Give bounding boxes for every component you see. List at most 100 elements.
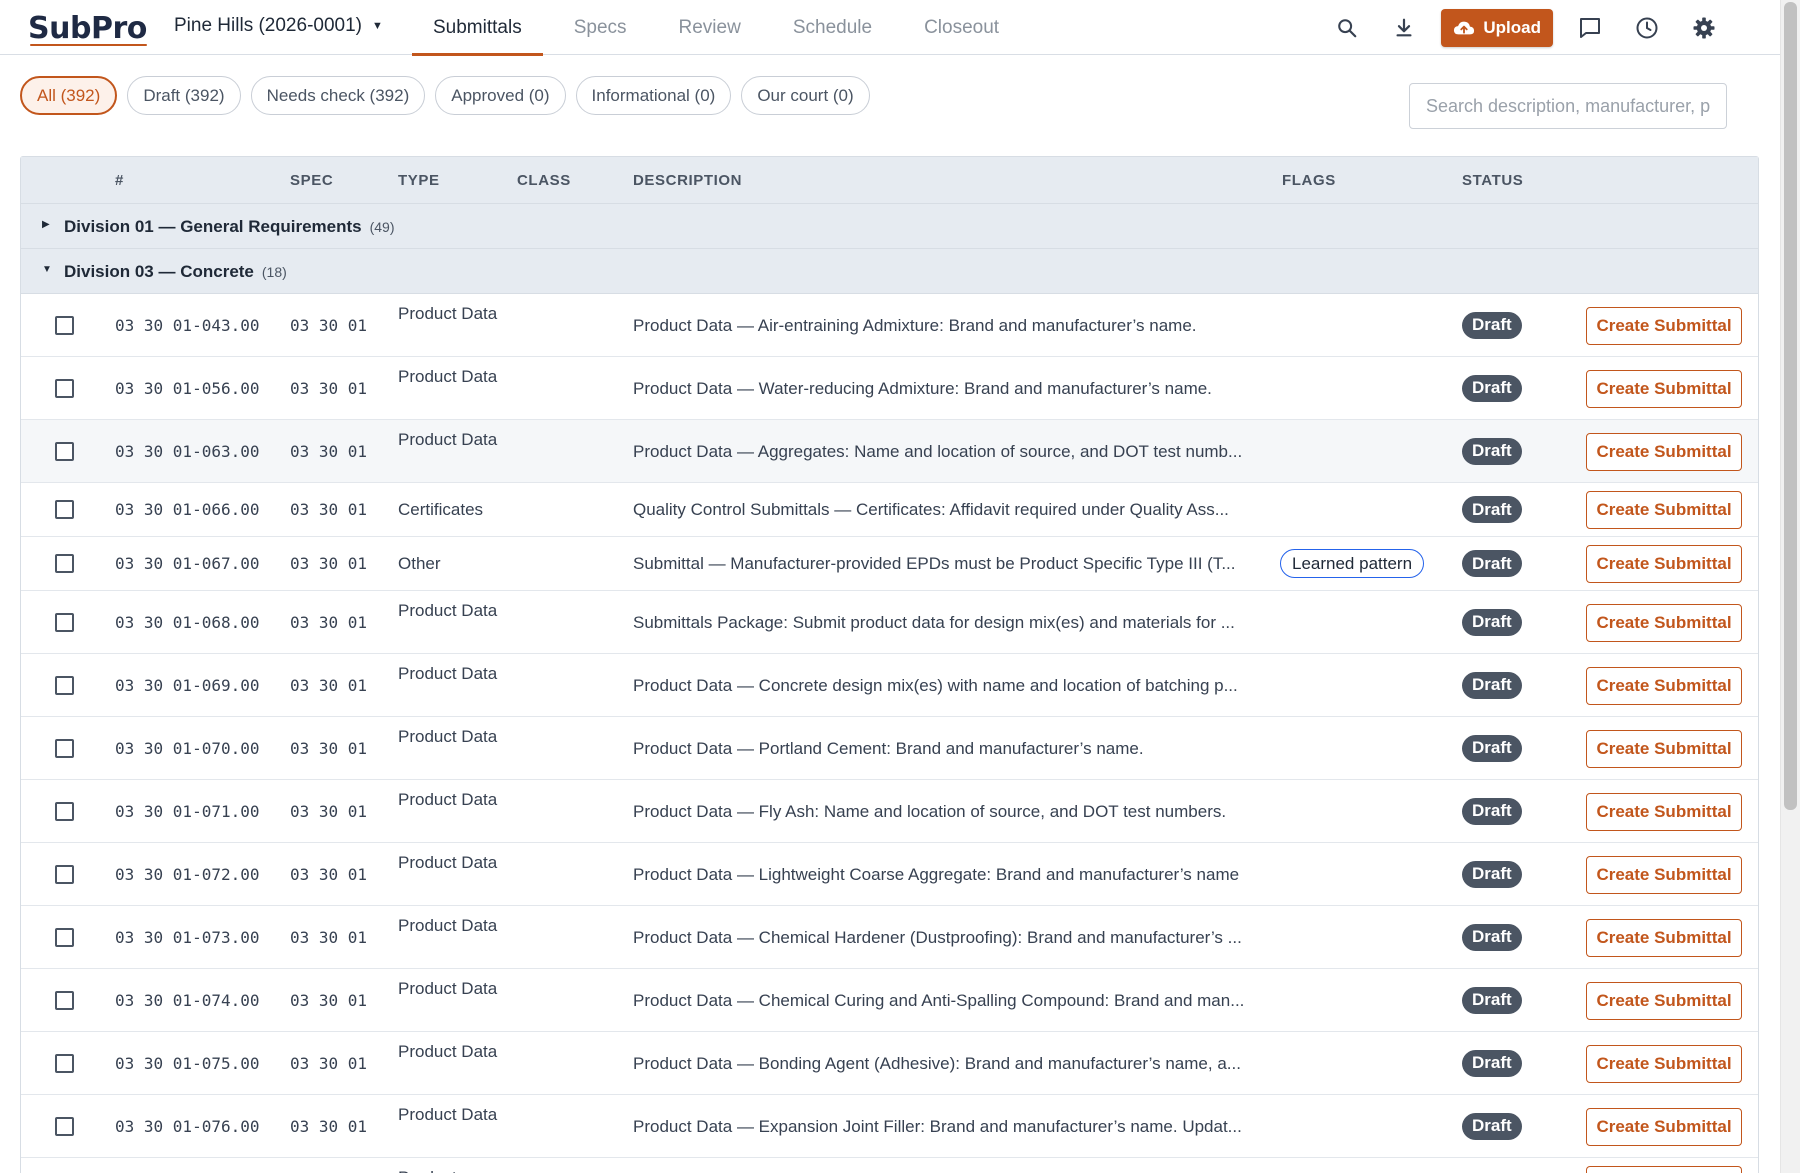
upload-cloud-icon — [1454, 21, 1475, 35]
filter-needs-check[interactable]: Needs check (392) — [250, 76, 426, 115]
column-flags[interactable]: FLAGS — [1282, 172, 1336, 189]
create-submittal-button[interactable]: Create Submittal — [1586, 918, 1742, 957]
expand-triangle-icon[interactable]: ▶ — [42, 219, 50, 230]
tab-submittals[interactable]: Submittals — [412, 0, 543, 56]
submittal-type: Product Data — [398, 304, 498, 323]
submittal-number: 03 30 01-074.00 — [115, 990, 260, 1010]
row-checkbox[interactable] — [55, 801, 74, 821]
submittal-description: Product Data — Water-reducing Admixture:… — [633, 378, 1212, 398]
table-row[interactable]: 03 30 01-074.00 03 30 01 Product Data Produ… — [21, 969, 1758, 1032]
status-badge: Draft — [1462, 496, 1522, 523]
tab-review[interactable]: Review — [658, 0, 762, 55]
logo-pro-text: Pro — [90, 11, 147, 46]
table-row[interactable]: 03 30 01-070.00 03 30 01 Product Data Produ… — [21, 717, 1758, 780]
group-division-01[interactable]: ▶ Division 01 — General Requirements (49) — [21, 204, 1758, 249]
table-row[interactable]: 03 30 01-073.00 03 30 01 Product Data Produ… — [21, 906, 1758, 969]
search-icon[interactable] — [1327, 8, 1367, 48]
row-checkbox[interactable] — [55, 315, 74, 335]
row-checkbox[interactable] — [55, 864, 74, 884]
comment-icon[interactable] — [1570, 8, 1610, 48]
table-row[interactable]: Product — [21, 1158, 1758, 1173]
row-checkbox[interactable] — [55, 612, 74, 632]
column-spec[interactable]: SPEC — [290, 172, 333, 189]
table-row[interactable]: 03 30 01-072.00 03 30 01 Product Data Produ… — [21, 843, 1758, 906]
create-submittal-button[interactable]: Create Submittal — [1586, 491, 1742, 529]
submittal-description: Product Data — Portland Cement: Brand an… — [633, 738, 1144, 758]
status-badge: Draft — [1462, 671, 1522, 699]
column-number[interactable]: # — [115, 172, 124, 189]
column-type[interactable]: TYPE — [398, 172, 440, 189]
table-row[interactable]: 03 30 01-076.00 03 30 01 Product Data Produ… — [21, 1095, 1758, 1158]
create-submittal-button[interactable]: Create Submittal — [1586, 981, 1742, 1020]
create-submittal-button[interactable]: Create Submittal — [1586, 432, 1742, 471]
search-input[interactable] — [1409, 83, 1727, 129]
create-submittal-button[interactable]: Create Submittal — [1586, 306, 1742, 345]
column-description[interactable]: DESCRIPTION — [633, 172, 742, 189]
table-row[interactable]: 03 30 01-067.00 03 30 01 Other Submittal — … — [21, 537, 1758, 591]
table-row[interactable]: 03 30 01-069.00 03 30 01 Product Data Produ… — [21, 654, 1758, 717]
submittal-type: Product Data — [398, 664, 498, 683]
scrollbar-thumb[interactable] — [1784, 2, 1797, 810]
table-row[interactable]: 03 30 01-075.00 03 30 01 Product Data Produ… — [21, 1032, 1758, 1095]
collapse-triangle-icon[interactable]: ▼ — [42, 264, 52, 275]
table-row[interactable]: 03 30 01-063.00 03 30 01 Product Data Produ… — [21, 420, 1758, 483]
clock-icon[interactable] — [1627, 8, 1667, 48]
submittal-number: 03 30 01-043.00 — [115, 315, 260, 335]
table-row[interactable]: 03 30 01-043.00 03 30 01 Product Data Produ… — [21, 294, 1758, 357]
row-checkbox[interactable] — [55, 554, 74, 573]
status-badge: Draft — [1462, 1049, 1522, 1077]
table-header: # SPEC TYPE CLASS DESCRIPTION FLAGS STAT… — [21, 157, 1758, 204]
filter-draft[interactable]: Draft (392) — [127, 76, 241, 115]
create-submittal-button[interactable]: Create Submittal — [1586, 1044, 1742, 1083]
spec-section: 03 30 01 — [290, 612, 368, 632]
table-row[interactable]: 03 30 01-071.00 03 30 01 Product Data Produ… — [21, 780, 1758, 843]
create-submittal-button[interactable]: Create Submittal — [1586, 369, 1742, 408]
table-row[interactable]: 03 30 01-066.00 03 30 01 Certificates Quali… — [21, 483, 1758, 537]
column-class[interactable]: CLASS — [517, 172, 571, 189]
project-selector[interactable]: Pine Hills (2026-0001) ▼ — [174, 15, 383, 37]
filter-our-court[interactable]: Our court (0) — [741, 76, 870, 115]
create-submittal-button[interactable]: Create Submittal — [1586, 603, 1742, 642]
status-badge: Draft — [1462, 374, 1522, 402]
column-status[interactable]: STATUS — [1462, 172, 1523, 189]
row-checkbox[interactable] — [55, 927, 74, 947]
spec-section: 03 30 01 — [290, 378, 368, 398]
create-submittal-button[interactable] — [1586, 1166, 1742, 1173]
filter-approved[interactable]: Approved (0) — [435, 76, 566, 115]
download-icon[interactable] — [1384, 8, 1424, 48]
row-checkbox[interactable] — [55, 441, 74, 461]
upload-button[interactable]: Upload — [1441, 9, 1553, 47]
row-checkbox[interactable] — [55, 990, 74, 1010]
spec-section: 03 30 01 — [290, 864, 368, 884]
create-submittal-button[interactable]: Create Submittal — [1586, 855, 1742, 894]
create-submittal-button[interactable]: Create Submittal — [1586, 729, 1742, 768]
page-scrollbar[interactable] — [1780, 0, 1800, 1173]
filter-all[interactable]: All (392) — [20, 76, 118, 115]
filter-informational[interactable]: Informational (0) — [575, 76, 732, 115]
row-checkbox[interactable] — [55, 675, 74, 695]
create-submittal-button[interactable]: Create Submittal — [1586, 545, 1742, 583]
create-submittal-button[interactable]: Create Submittal — [1586, 666, 1742, 705]
row-checkbox[interactable] — [55, 1053, 74, 1073]
table-row[interactable]: 03 30 01-056.00 03 30 01 Product Data Produ… — [21, 357, 1758, 420]
group-title: Division 01 — General Requirements — [64, 217, 362, 236]
group-division-03[interactable]: ▼ Division 03 — Concrete (18) — [21, 249, 1758, 294]
row-checkbox[interactable] — [55, 1116, 74, 1136]
create-submittal-button[interactable]: Create Submittal — [1586, 1107, 1742, 1146]
row-checkbox[interactable] — [55, 378, 74, 398]
status-filters: All (392) Draft (392) Needs check (392) … — [20, 76, 870, 115]
table-row[interactable]: 03 30 01-068.00 03 30 01 Product Data Submi… — [21, 591, 1758, 654]
row-checkbox[interactable] — [55, 500, 74, 519]
row-checkbox[interactable] — [55, 738, 74, 758]
tab-specs[interactable]: Specs — [553, 0, 648, 55]
tab-closeout[interactable]: Closeout — [903, 0, 1020, 55]
create-submittal-button[interactable]: Create Submittal — [1586, 792, 1742, 831]
submittal-description: Product Data — Aggregates: Name and loca… — [633, 441, 1243, 461]
subpro-logo[interactable]: Sub Pro — [28, 6, 147, 46]
tab-schedule[interactable]: Schedule — [772, 0, 893, 55]
gear-icon[interactable] — [1684, 8, 1724, 48]
submittal-type: Product Data — [398, 430, 498, 449]
logo-underline — [30, 44, 147, 46]
submittals-table: # SPEC TYPE CLASS DESCRIPTION FLAGS STAT… — [20, 156, 1759, 1173]
submittal-number: 03 30 01-073.00 — [115, 927, 260, 947]
